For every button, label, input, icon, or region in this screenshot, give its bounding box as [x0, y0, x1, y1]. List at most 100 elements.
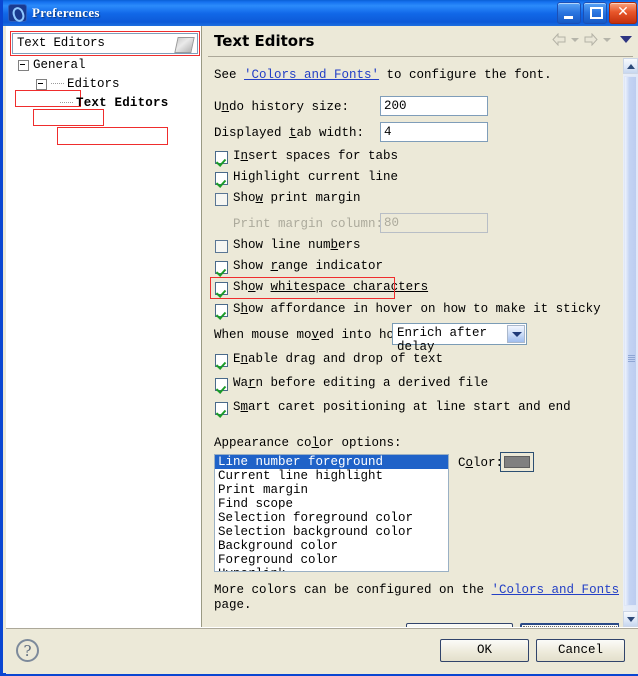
chevron-down-icon[interactable] [620, 36, 632, 43]
scroll-down-icon[interactable] [623, 611, 638, 627]
list-item[interactable]: Current line highlight [215, 469, 448, 483]
window-controls: ✕ [557, 2, 637, 24]
label-mnemonic: w [255, 191, 264, 205]
tab-width-input[interactable]: 4 [380, 122, 488, 142]
maximize-button[interactable] [583, 2, 607, 24]
checkbox-smart-caret-label[interactable]: Smart caret positioning at line start an… [233, 400, 571, 414]
undo-history-label: Undo history size: [214, 100, 349, 114]
checkbox-highlight-current-line-label[interactable]: Highlight current line [233, 170, 398, 184]
list-item[interactable]: Line number foreground [215, 455, 448, 469]
label-mnemonic: n [221, 100, 230, 114]
label-mnemonic: o [248, 280, 256, 294]
settings-tree-pane: Text Editors General Editors Text Editor… [6, 26, 202, 627]
undo-history-value: 200 [384, 99, 407, 113]
undo-history-input[interactable]: 200 [380, 96, 488, 116]
ok-button[interactable]: OK [440, 639, 529, 662]
checkbox-show-affordance-label[interactable]: Show affordance in hover on how to make … [233, 302, 601, 316]
appearance-color-listbox[interactable]: Line number foreground Current line high… [214, 454, 449, 572]
scroll-up-icon[interactable] [623, 58, 638, 74]
label-mnemonic: g [248, 170, 256, 184]
help-icon[interactable]: ? [16, 639, 39, 662]
filter-input-value: Text Editors [17, 36, 105, 50]
collapse-icon[interactable] [18, 59, 29, 71]
checkbox-insert-spaces[interactable] [215, 151, 228, 164]
checkbox-show-print-margin-label[interactable]: Show print margin [233, 191, 361, 205]
tree-item-text-editors[interactable]: Text Editors [60, 96, 168, 110]
checkbox-smart-caret[interactable] [215, 402, 228, 415]
print-margin-column-value: 80 [384, 216, 400, 230]
checkbox-warn-derived-file[interactable] [215, 378, 228, 391]
back-history-dropdown-icon[interactable] [571, 37, 579, 42]
list-item[interactable]: Selection foreground color [215, 511, 448, 525]
footnote-prefix: More colors can be configured on the [214, 583, 492, 597]
label-part: Show line num [233, 238, 331, 252]
tree-guide-line [51, 83, 64, 85]
list-item[interactable]: Hyperlink [215, 567, 448, 571]
hover-mode-combobox[interactable]: Enrich after delay [392, 323, 527, 354]
minimize-button[interactable] [557, 2, 581, 24]
print-margin-column-input[interactable]: 80 [380, 213, 488, 233]
label-mnemonic: t [289, 126, 297, 140]
page-scrollbar[interactable] [623, 58, 638, 627]
colors-and-fonts-link-2[interactable]: 'Colors and Fonts' [492, 583, 619, 597]
dialog-body: Text Editors General Editors Text Editor… [6, 26, 638, 627]
label-mnemonic: l [311, 436, 320, 450]
tree-item-label: Editors [67, 77, 120, 91]
checkbox-show-print-margin[interactable] [215, 193, 228, 206]
close-button[interactable]: ✕ [609, 2, 637, 24]
checkbox-enable-drag-drop[interactable] [215, 354, 228, 367]
tree-item-editors[interactable]: Editors [36, 77, 120, 91]
checkbox-show-range-indicator-label[interactable]: Show range indicator [233, 259, 383, 273]
page-nav-controls [552, 33, 632, 46]
label-mnemonic: n [240, 352, 249, 366]
checkbox-highlight-current-line[interactable] [215, 172, 228, 185]
label-part: I [233, 149, 241, 163]
dialog-footer: ? OK Cancel [6, 627, 638, 674]
print-margin-column-label: Print margin column: [233, 217, 383, 231]
checkbox-show-line-numbers[interactable] [215, 240, 228, 253]
tab-width-label: Displayed tab width: [214, 126, 364, 140]
cancel-button[interactable]: Cancel [536, 639, 625, 662]
footnote-text-line2: page. [214, 598, 252, 612]
preferences-icon [8, 4, 27, 22]
list-item[interactable]: Selection background color [215, 525, 448, 539]
label-part: S [233, 302, 241, 316]
label-part: E [233, 352, 241, 366]
chevron-down-icon[interactable] [507, 325, 525, 343]
label-mnemonic: r [270, 259, 279, 273]
arrow-right-icon[interactable] [584, 33, 598, 46]
list-item[interactable]: Background color [215, 539, 448, 553]
scrollbar-thumb[interactable] [624, 76, 637, 606]
label-part: lor: [473, 456, 504, 470]
tree-item-label: General [33, 58, 86, 72]
list-item[interactable]: Find scope [215, 497, 448, 511]
page-header: Text Editors [203, 26, 638, 56]
checkbox-show-whitespace-characters[interactable] [215, 282, 228, 295]
label-part: ab width: [296, 126, 365, 140]
label-part: ers [338, 238, 361, 252]
checkbox-show-line-numbers-label[interactable]: Show line numbers [233, 238, 361, 252]
checkbox-enable-drag-drop-label[interactable]: Enable drag and drop of text [233, 352, 443, 366]
checkbox-insert-spaces-label[interactable]: Insert spaces for tabs [233, 149, 398, 163]
checkbox-show-affordance[interactable] [215, 304, 228, 317]
arrow-left-icon[interactable] [552, 33, 566, 46]
tree-item-general[interactable]: General [18, 58, 86, 72]
colors-and-fonts-link[interactable]: 'Colors and Fonts' [244, 68, 379, 82]
forward-history-dropdown-icon[interactable] [603, 37, 611, 42]
checkbox-show-range-indicator[interactable] [215, 261, 228, 274]
eraser-icon[interactable] [174, 37, 195, 53]
intro-suffix: to configure the font. [379, 68, 552, 82]
label-part: Appearance co [214, 436, 312, 450]
list-item[interactable]: Foreground color [215, 553, 448, 567]
window-title: Preferences [32, 5, 100, 20]
list-item[interactable]: Print margin [215, 483, 448, 497]
collapse-icon[interactable] [36, 78, 47, 90]
label-part: hlight current line [255, 170, 399, 184]
color-picker-button[interactable] [500, 452, 534, 472]
checkbox-show-whitespace-characters-label[interactable]: Show whitespace characters [233, 280, 428, 294]
checkbox-warn-derived-file-label[interactable]: Warn before editing a derived file [233, 376, 488, 390]
whitespace-characters-link[interactable]: whitespace characters [271, 280, 429, 294]
filter-input[interactable]: Text Editors [12, 33, 198, 54]
label-part: Wa [233, 376, 249, 390]
title-bar: Preferences ✕ [3, 0, 638, 26]
